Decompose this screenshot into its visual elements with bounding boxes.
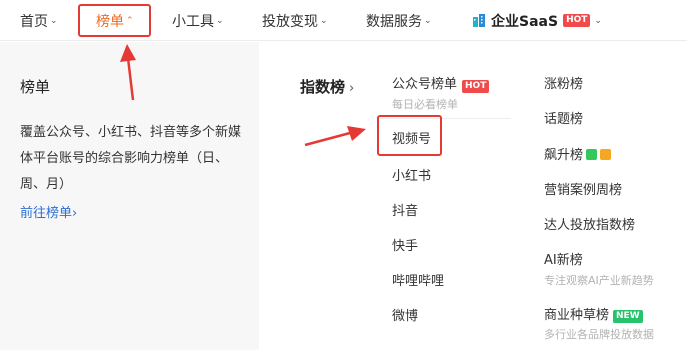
section-title[interactable]: 指数榜 › bbox=[300, 76, 354, 97]
menu-item-xiaohongshu[interactable]: 小红书 bbox=[392, 165, 431, 184]
menu-item-bilibili[interactable]: 哔哩哔哩 bbox=[392, 270, 444, 289]
chevron-down-icon: ⌄ bbox=[424, 15, 432, 26]
menu-item-ai-ranking[interactable]: AI新榜 bbox=[544, 249, 583, 268]
nav-item-home[interactable]: 首页 ⌄ bbox=[20, 0, 58, 41]
menu-item-seeding-ranking[interactable]: 商业种草榜 NEW bbox=[544, 304, 643, 323]
menu-item-kuaishou[interactable]: 快手 bbox=[392, 235, 418, 254]
chevron-down-icon: ⌄ bbox=[50, 15, 58, 26]
menu-item-follower-growth[interactable]: 涨粉榜 bbox=[544, 73, 583, 92]
menu-item-subtitle: 每日必看榜单 bbox=[392, 98, 458, 111]
menu-item-label: 飙升榜 bbox=[544, 148, 584, 163]
nav-item-label: 企业SaaS bbox=[491, 13, 559, 30]
link-label: 前往榜单 bbox=[20, 206, 73, 221]
hot-badge: HOT bbox=[563, 14, 591, 27]
go-to-rankings-link[interactable]: 前往榜单› bbox=[20, 202, 77, 221]
chevron-down-icon: ⌄ bbox=[594, 15, 602, 26]
nav-item-data-services[interactable]: 数据服务 ⌄ bbox=[366, 0, 432, 41]
wechat-icon bbox=[586, 149, 598, 160]
nav-item-tools[interactable]: 小工具 ⌄ bbox=[172, 0, 224, 41]
nav-item-monetization[interactable]: 投放变现 ⌄ bbox=[262, 0, 328, 41]
menu-item-douyin[interactable]: 抖音 bbox=[392, 200, 418, 219]
menu-item-marketing-cases[interactable]: 营销案例周榜 bbox=[544, 179, 622, 198]
panel-title: 榜单 bbox=[20, 78, 51, 96]
hot-badge: HOT bbox=[462, 80, 490, 93]
section-title-label: 指数榜 bbox=[300, 78, 346, 96]
menu-item-label: 商业种草榜 bbox=[544, 308, 610, 323]
nav-item-saas[interactable]: 企业SaaS HOT ⌄ bbox=[472, 0, 602, 41]
chevron-down-icon: ⌄ bbox=[216, 15, 224, 26]
menu-item-subtitle: 多行业各品牌投放数据 bbox=[544, 328, 654, 341]
orange-badge-icon bbox=[600, 149, 612, 160]
nav-item-label: 首页 bbox=[20, 13, 48, 30]
menu-item-topics[interactable]: 话题榜 bbox=[544, 108, 583, 127]
highlight-box-channels bbox=[377, 115, 442, 156]
nav-item-label: 投放变现 bbox=[262, 13, 318, 30]
highlight-box-rankings bbox=[78, 4, 151, 37]
menu-item-wechat-official-ranking[interactable]: 公众号榜单 HOT bbox=[392, 73, 490, 93]
nav-item-label: 数据服务 bbox=[366, 13, 422, 30]
panel-description: 覆盖公众号、小红书、抖音等多个新媒体平台账号的综合影响力榜单（日、周、月） bbox=[20, 125, 242, 192]
building-logo-icon bbox=[473, 14, 485, 27]
red-arrow-icon bbox=[304, 126, 366, 147]
top-nav: 首页 ⌄ 榜单 ⌃ 小工具 ⌄ 投放变现 ⌄ 数据服务 ⌄ 企业SaaS HOT ⌄ bbox=[0, 0, 687, 41]
chevron-right-icon: › bbox=[72, 206, 78, 221]
menu-item-rising[interactable]: 飙升榜 bbox=[544, 144, 612, 163]
chevron-right-icon: › bbox=[349, 81, 355, 96]
menu-item-influencer-index[interactable]: 达人投放指数榜 bbox=[544, 214, 635, 233]
nav-item-label: 小工具 bbox=[172, 13, 214, 30]
menu-item-subtitle: 专注观察AI产业新趋势 bbox=[544, 274, 654, 287]
new-badge: NEW bbox=[613, 310, 643, 323]
chevron-down-icon: ⌄ bbox=[320, 15, 328, 26]
menu-item-label: 公众号榜单 bbox=[392, 77, 458, 92]
menu-item-weibo[interactable]: 微博 bbox=[392, 305, 418, 324]
